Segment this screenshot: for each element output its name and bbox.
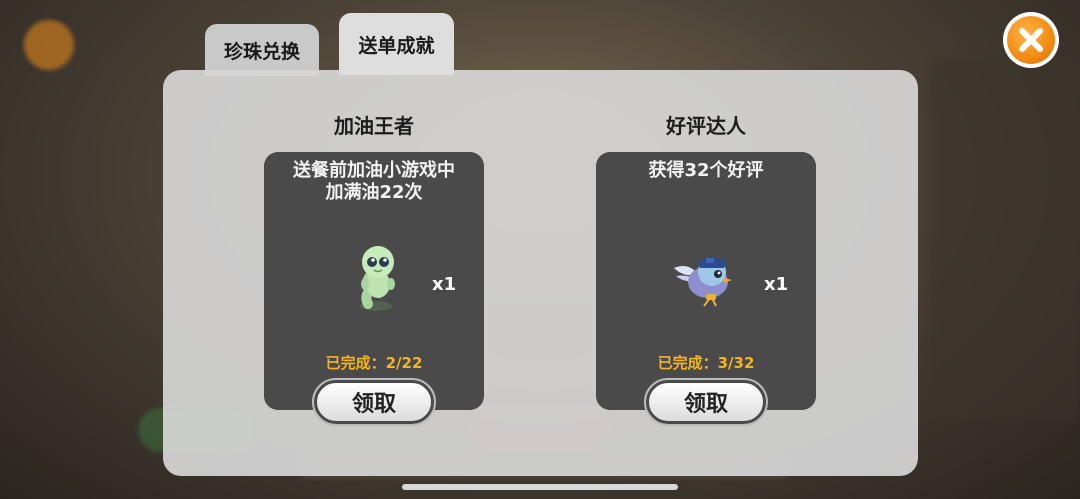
claim-button[interactable]: 领取 — [312, 378, 436, 426]
achievement-card: 获得32个好评 x1 已完成：3/32 领取 — [596, 152, 816, 426]
achievement-title: 加油王者 — [334, 114, 414, 138]
background-decor-blur — [930, 60, 1080, 420]
progress-text: 已完成：2/22 — [325, 354, 423, 372]
close-button[interactable] — [1003, 12, 1059, 68]
reward-quantity: x1 — [764, 274, 789, 295]
tab-delivery-achievements[interactable]: 送单成就 — [339, 13, 454, 75]
achievement-title: 好评达人 — [666, 114, 746, 138]
achievement-section: 加油王者 送餐前加油小游戏中 加满油22次 x1 已完成：2/22 领取 — [264, 106, 484, 426]
claim-button-label: 领取 — [683, 392, 728, 417]
achievement-description: 获得32个好评 — [648, 160, 764, 181]
tab-label: 送单成就 — [358, 35, 435, 57]
blue-bird-pet-icon — [674, 257, 732, 307]
achievements-panel: 加油王者 送餐前加油小游戏中 加满油22次 x1 已完成：2/22 领取 好评达… — [163, 70, 918, 476]
achievement-card: 送餐前加油小游戏中 加满油22次 x1 已完成：2/22 领取 — [264, 152, 484, 426]
achievement-description: 送餐前加油小游戏中 加满油22次 — [293, 160, 455, 203]
tab-label: 珍珠兑换 — [223, 41, 300, 63]
claim-button[interactable]: 领取 — [644, 378, 768, 426]
green-worm-pet-icon — [360, 246, 395, 311]
reward-quantity: x1 — [432, 274, 457, 295]
close-icon — [1007, 16, 1055, 64]
help-icon — [24, 20, 74, 70]
claim-button-label: 领取 — [351, 392, 396, 417]
achievement-section: 好评达人 获得32个好评 x1 已完成：3/32 领取 — [596, 106, 816, 426]
tab-pearl-exchange[interactable]: 珍珠兑换 — [205, 24, 319, 76]
home-indicator[interactable] — [402, 484, 678, 490]
progress-text: 已完成：3/32 — [657, 354, 755, 372]
